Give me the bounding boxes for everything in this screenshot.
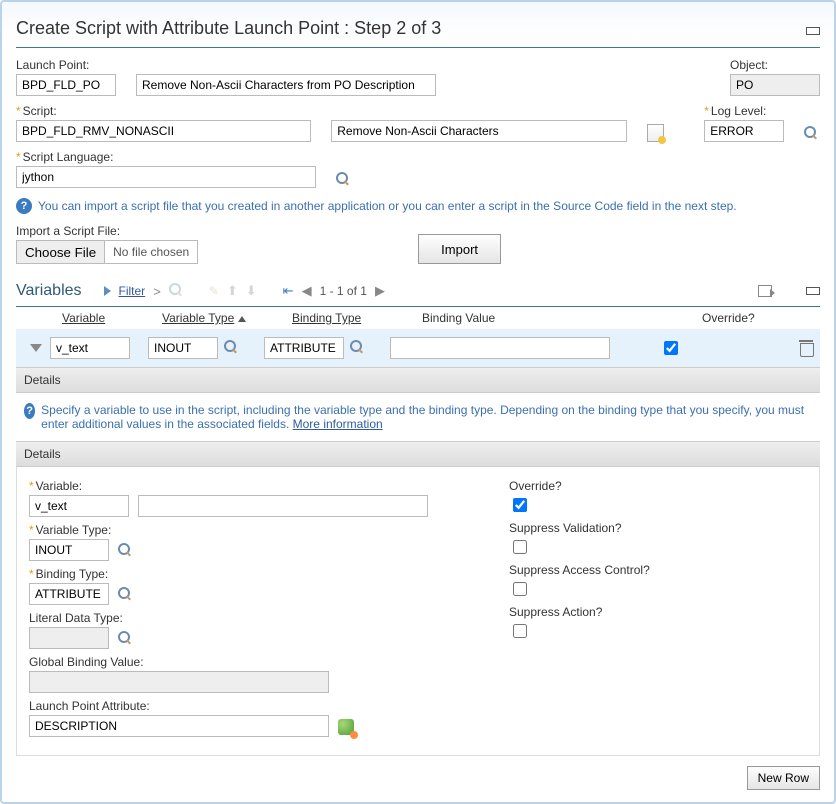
page-title: Create Script with Attribute Launch Poin…: [16, 18, 441, 39]
details-info-row: ? Specify a variable to use in the scrip…: [16, 393, 820, 441]
detail-suppress-access-checkbox[interactable]: [513, 582, 527, 596]
pager-text: 1 - 1 of 1: [320, 284, 367, 298]
detail-literal-data-type-lookup-icon[interactable]: [118, 631, 134, 647]
delete-row-icon[interactable]: [800, 340, 814, 356]
col-binding-type[interactable]: Binding Type: [292, 311, 422, 325]
up-arrow-icon[interactable]: ⬆: [227, 283, 238, 299]
launch-point-desc-input[interactable]: [136, 74, 436, 96]
detail-binding-type-label: Binding Type:: [29, 567, 449, 581]
detail-variable-extra-input[interactable]: [138, 495, 428, 517]
import-button[interactable]: Import: [418, 234, 501, 264]
table-row: [16, 329, 820, 367]
prev-page-icon[interactable]: ◀: [302, 283, 312, 299]
script-desc-input[interactable]: [331, 120, 626, 142]
launch-point-label: Launch Point:: [16, 58, 116, 72]
detail-global-binding-label: Global Binding Value:: [29, 655, 449, 669]
next-page-icon[interactable]: ▶: [375, 283, 385, 299]
filter-link[interactable]: Filter: [119, 284, 146, 298]
launch-point-input[interactable]: [16, 74, 116, 96]
column-headers: Variable Variable Type Binding Type Bind…: [16, 307, 820, 329]
col-variable[interactable]: Variable: [62, 311, 162, 325]
detail-launch-point-attr-label: Launch Point Attribute:: [29, 699, 449, 713]
row-expand-icon[interactable]: [30, 344, 42, 352]
detail-suppress-validation-checkbox[interactable]: [513, 540, 527, 554]
import-file-label: Import a Script File:: [16, 224, 198, 238]
detail-suppress-validation-label: Suppress Validation?: [509, 521, 807, 535]
detail-suppress-action-checkbox[interactable]: [513, 624, 527, 638]
detail-suppress-access-label: Suppress Access Control?: [509, 563, 807, 577]
script-language-label: Script Language:: [16, 150, 316, 164]
no-file-text: No file chosen: [105, 245, 197, 259]
variables-heading: Variables: [16, 282, 82, 300]
detail-variable-type-label: Variable Type:: [29, 523, 449, 537]
col-override: Override?: [702, 311, 772, 325]
file-chooser[interactable]: Choose File No file chosen: [16, 240, 198, 264]
info-icon: ?: [16, 198, 32, 214]
detail-override-label: Override?: [509, 479, 807, 493]
down-arrow-icon[interactable]: ⬇: [246, 283, 257, 299]
log-level-input[interactable]: [704, 120, 784, 142]
details-info-text: Specify a variable to use in the script,…: [41, 403, 804, 431]
object-label: Object:: [730, 58, 820, 72]
row-variable-input[interactable]: [50, 337, 130, 359]
select-value-icon[interactable]: [338, 719, 354, 735]
detail-variable-type-input[interactable]: [29, 539, 109, 561]
detail-variable-label: Variable:: [29, 479, 449, 493]
detail-literal-data-type-label: Literal Data Type:: [29, 611, 449, 625]
variables-toolbar: Variables Filter > ✎ ⬆ ⬇ ⇤ ◀ 1 - 1 of 1 …: [16, 282, 820, 307]
detail-suppress-action-label: Suppress Action?: [509, 605, 807, 619]
search-icon[interactable]: [169, 283, 185, 299]
row-override-checkbox[interactable]: [664, 341, 678, 355]
detail-launch-point-attr-input[interactable]: [29, 715, 329, 737]
clear-icon[interactable]: ✎: [209, 284, 219, 298]
detail-binding-type-input[interactable]: [29, 583, 109, 605]
row-binding-type-input[interactable]: [264, 337, 344, 359]
row-variable-type-input[interactable]: [148, 337, 218, 359]
sort-asc-icon: [238, 316, 246, 322]
row-binding-type-lookup-icon[interactable]: [350, 340, 366, 356]
filter-toggle-icon[interactable]: [104, 286, 111, 296]
log-level-label: Log Level:: [704, 104, 784, 118]
col-variable-type[interactable]: Variable Type: [162, 311, 292, 325]
details-header-1: Details: [16, 367, 820, 393]
first-page-icon[interactable]: ⇤: [283, 283, 294, 299]
table-maximize-icon[interactable]: [806, 287, 820, 295]
choose-file-button[interactable]: Choose File: [17, 241, 105, 263]
filter-sep: >: [153, 284, 161, 299]
detail-override-checkbox[interactable]: [513, 498, 527, 512]
details-header-2: Details: [16, 441, 820, 467]
download-icon[interactable]: [758, 285, 772, 297]
script-label: Script:: [16, 104, 311, 118]
maximize-icon[interactable]: [806, 27, 820, 35]
details-body: Variable: Variable Type: Binding Type: L…: [16, 467, 820, 756]
more-info-link[interactable]: More information: [293, 417, 383, 431]
detail-variable-input[interactable]: [29, 495, 129, 517]
log-level-lookup-icon[interactable]: [804, 126, 820, 142]
import-info-text: You can import a script file that you cr…: [38, 199, 737, 213]
script-input[interactable]: [16, 120, 311, 142]
detail-binding-type-lookup-icon[interactable]: [118, 587, 134, 603]
new-script-icon[interactable]: [647, 124, 665, 142]
import-info-row: ? You can import a script file that you …: [16, 198, 820, 214]
detail-variable-type-lookup-icon[interactable]: [118, 543, 134, 559]
object-input: [730, 74, 820, 96]
script-language-input[interactable]: [16, 166, 316, 188]
row-binding-value-input[interactable]: [390, 337, 610, 359]
dialog-window: Create Script with Attribute Launch Poin…: [0, 0, 836, 804]
col-binding-value: Binding Value: [422, 311, 702, 325]
new-row-button[interactable]: New Row: [747, 766, 820, 790]
details-info-icon: ?: [24, 403, 35, 419]
detail-literal-data-type-input: [29, 627, 109, 649]
script-language-lookup-icon[interactable]: [336, 172, 352, 188]
row-variable-type-lookup-icon[interactable]: [224, 340, 240, 356]
detail-global-binding-input: [29, 671, 329, 693]
